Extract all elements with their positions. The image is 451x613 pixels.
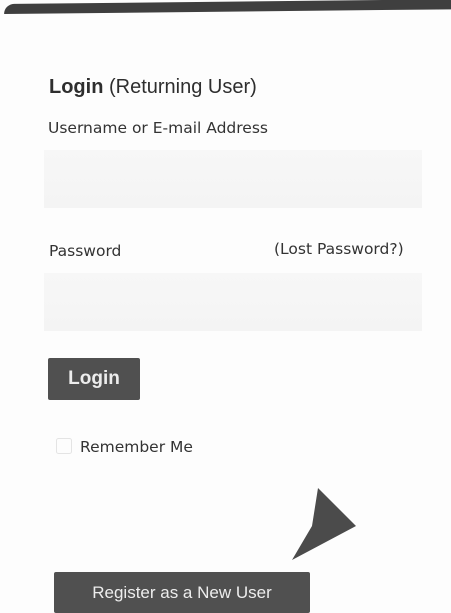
- login-button[interactable]: Login: [48, 358, 140, 400]
- arrowhead-pointer-icon: [292, 488, 356, 560]
- register-button[interactable]: Register as a New User: [54, 572, 310, 613]
- lost-password-link[interactable]: (Lost Password?): [274, 239, 404, 259]
- login-heading: Login (Returning User): [49, 74, 257, 100]
- remember-me-label[interactable]: Remember Me: [80, 437, 193, 457]
- top-bar: [4, 0, 451, 14]
- username-field[interactable]: [44, 150, 422, 208]
- username-label: Username or E-mail Address: [48, 119, 268, 137]
- password-field[interactable]: [44, 273, 422, 331]
- login-heading-bold: Login: [49, 76, 104, 98]
- remember-me-checkbox[interactable]: [56, 438, 72, 454]
- login-heading-subtitle: (Returning User): [103, 76, 257, 98]
- password-label: Password: [49, 242, 122, 260]
